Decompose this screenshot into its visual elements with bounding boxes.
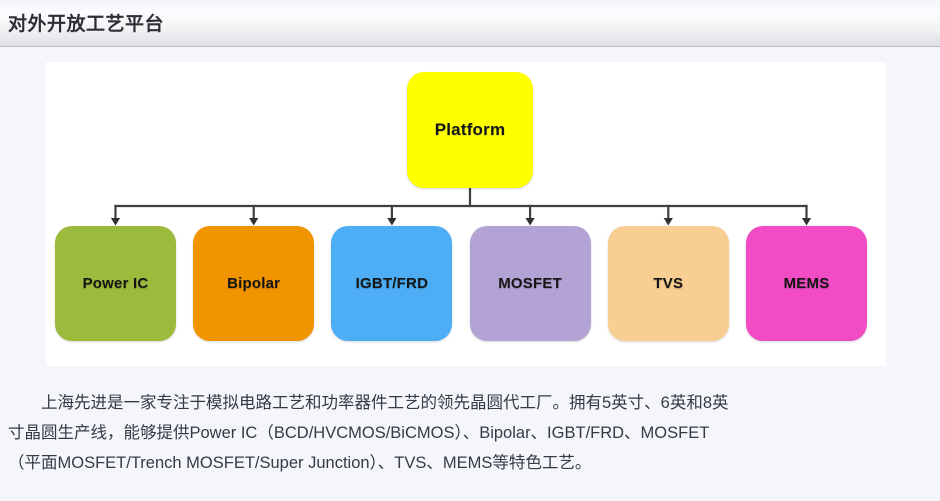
connector-arrowhead — [249, 218, 259, 226]
diagram-root-node-platform[interactable]: Platform — [407, 72, 533, 188]
connector-arrowhead — [110, 218, 121, 226]
description-line: 上海先进是一家专注于模拟电路工艺和功率器件工艺的领先晶圆代工厂。拥有5英寸、6英… — [41, 394, 729, 412]
diagram-leaf-node[interactable]: Bipolar — [193, 226, 315, 341]
diagram-leaf-label: Bipolar — [227, 275, 281, 292]
connector-arrowhead — [801, 218, 812, 226]
diagram-leaf-node[interactable]: Power IC — [55, 226, 176, 341]
section-header-bar: 对外开放工艺平台 — [0, 0, 940, 47]
connector-arrowhead — [387, 218, 397, 226]
page-title: 对外开放工艺平台 — [8, 14, 165, 35]
description-line: （平面MOSFET/Trench MOSFET/Super Junction）、… — [8, 454, 592, 472]
description-paragraph: 上海先进是一家专注于模拟电路工艺和功率器件工艺的领先晶圆代工厂。拥有5英寸、6英… — [8, 388, 932, 478]
connector-arrowhead — [525, 218, 535, 226]
diagram-leaf-label: MEMS — [783, 275, 830, 292]
diagram-leaf-node[interactable]: MEMS — [746, 226, 867, 341]
diagram-root-label: Platform — [434, 120, 506, 139]
diagram-leaf-label: TVS — [653, 275, 684, 292]
diagram-leaf-row: Power IC Bipolar IGBT/FRD MOSFET TVS MEMS — [55, 226, 882, 342]
platform-diagram-panel: Platform Power IC Bipolar IGBT/FRD MOSFET TV… — [46, 62, 886, 366]
diagram-leaf-node[interactable]: IGBT/FRD — [331, 226, 453, 341]
diagram-leaf-node[interactable]: TVS — [607, 226, 729, 341]
diagram-leaf-label: Power IC — [82, 275, 149, 292]
diagram-leaf-label: MOSFET — [498, 275, 562, 292]
diagram-leaf-node[interactable]: MOSFET — [469, 226, 591, 341]
description-line: 寸晶圆生产线，能够提供Power IC（BCD/HVCMOS/BiCMOS）、B… — [8, 424, 710, 442]
diagram-leaf-label: IGBT/FRD — [355, 275, 429, 292]
connector-arrowhead — [663, 218, 673, 226]
